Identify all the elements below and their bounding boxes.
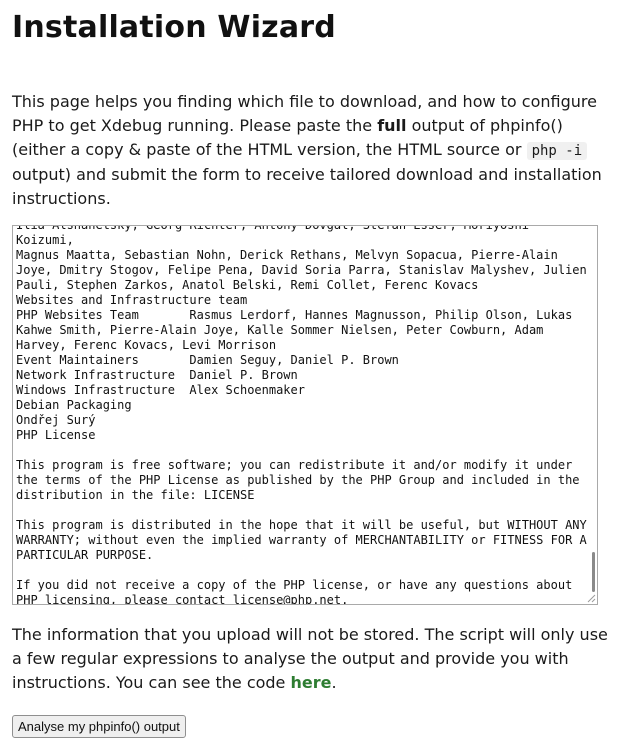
- phpinfo-textarea[interactable]: Ilia Alshanetsky, Georg Richter, Antony …: [12, 225, 598, 605]
- intro-bold-full: full: [377, 116, 407, 135]
- intro-text-3: output) and submit the form to receive t…: [12, 165, 602, 208]
- page-container: Installation Wizard This page helps you …: [0, 0, 631, 738]
- privacy-note: The information that you upload will not…: [12, 623, 619, 695]
- resize-grip-icon[interactable]: [586, 593, 596, 603]
- privacy-note-end: .: [331, 673, 337, 692]
- textarea-scrollbar[interactable]: [592, 552, 595, 592]
- intro-paragraph: This page helps you finding which file t…: [12, 90, 619, 211]
- page-title: Installation Wizard: [12, 10, 336, 45]
- analyse-button[interactable]: Analyse my phpinfo() output: [12, 715, 186, 738]
- source-code-link[interactable]: here: [290, 673, 331, 692]
- php-i-code: php -i: [526, 142, 588, 160]
- phpinfo-textarea-content[interactable]: Ilia Alshanetsky, Georg Richter, Antony …: [16, 226, 591, 604]
